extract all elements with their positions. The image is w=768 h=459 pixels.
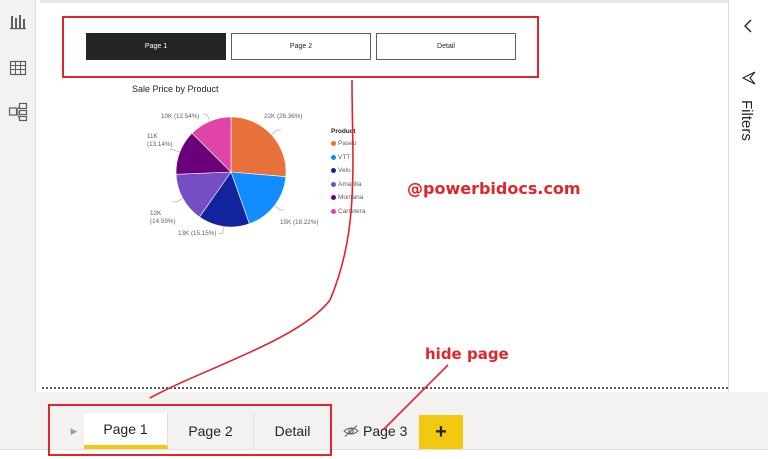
- legend-swatch: [331, 154, 336, 160]
- legend-item-montana[interactable]: Montana: [331, 191, 365, 205]
- page-boundary-line: [42, 387, 728, 389]
- canvas-top-border: [40, 0, 728, 3]
- data-label-amarilla-0: 12K: [150, 210, 162, 217]
- funnel-icon: [741, 70, 757, 86]
- chart-legend: Product Paseo VTT Velo Amarilla Montana Carre…: [331, 128, 365, 218]
- eye-hidden-icon: [343, 424, 359, 438]
- leader-line-amarilla: [172, 198, 183, 203]
- legend-item-carretera[interactable]: Carretera: [331, 205, 365, 219]
- data-label-montana-1: (13.14%): [147, 141, 173, 148]
- legend-swatch: [331, 141, 336, 147]
- legend-swatch: [331, 181, 336, 187]
- tabs-highlight-box: [48, 404, 332, 456]
- filters-label-text: Filters: [738, 100, 755, 141]
- leader-line-vtt: [274, 205, 285, 211]
- filters-pane-title[interactable]: Filters: [735, 100, 757, 150]
- tab-page-3-label: Page 3: [363, 423, 408, 439]
- nav-button-detail[interactable]: Detail: [376, 33, 516, 60]
- legend-label: Paseo: [338, 140, 357, 148]
- data-label-vtt: 15K (18.22%): [280, 219, 319, 226]
- filters-pane: [728, 0, 768, 413]
- pie-slice-paseo[interactable]: [230, 116, 287, 178]
- leader-line-paseo: [271, 129, 281, 136]
- data-label-montana-0: 11K: [147, 133, 159, 140]
- legend-label: Velo: [338, 167, 351, 175]
- legend-item-vtt[interactable]: VTT: [331, 151, 365, 165]
- legend-swatch: [331, 195, 336, 201]
- watermark-text: @powerbidocs.com: [407, 179, 581, 198]
- legend-label: VTT: [338, 153, 351, 161]
- legend-label: Carretera: [338, 207, 366, 215]
- legend-title: Product: [331, 128, 356, 135]
- legend-swatch: [331, 168, 336, 174]
- view-switcher-rail: [0, 0, 36, 459]
- leader-line-montana: [169, 149, 180, 153]
- hide-page-annotation: hide page: [425, 345, 509, 363]
- legend-label: Amarilla: [338, 180, 362, 188]
- data-label-carretera: 10K (12.54%): [161, 113, 200, 120]
- legend-item-velo[interactable]: Velo: [331, 164, 365, 178]
- chart-title: Sale Price by Product: [132, 84, 219, 94]
- pie-chart[interactable]: 22K (26.36%)15K (18.22%)13K (15.15%)12K(…: [140, 100, 330, 250]
- data-view-icon[interactable]: [6, 56, 30, 80]
- legend-item-amarilla[interactable]: Amarilla: [331, 178, 365, 192]
- nav-button-page-1[interactable]: Page 1: [86, 33, 226, 60]
- legend-label: Montana: [338, 194, 364, 202]
- add-page-button[interactable]: +: [419, 415, 463, 449]
- chevron-left-icon[interactable]: [741, 18, 757, 34]
- data-label-velo: 13K (15.15%): [178, 230, 217, 237]
- leader-line-velo: [218, 226, 224, 234]
- data-label-amarilla-1: (14.59%): [150, 218, 176, 225]
- leader-line-carretera: [203, 114, 211, 122]
- nav-button-page-2[interactable]: Page 2: [231, 33, 371, 60]
- model-view-icon[interactable]: [6, 100, 30, 124]
- report-view-icon[interactable]: [6, 10, 30, 34]
- tab-page-3-hidden[interactable]: Page 3: [343, 413, 407, 449]
- data-label-paseo: 22K (26.36%): [264, 113, 303, 120]
- legend-swatch: [331, 208, 336, 214]
- legend-item-paseo[interactable]: Paseo: [331, 137, 365, 151]
